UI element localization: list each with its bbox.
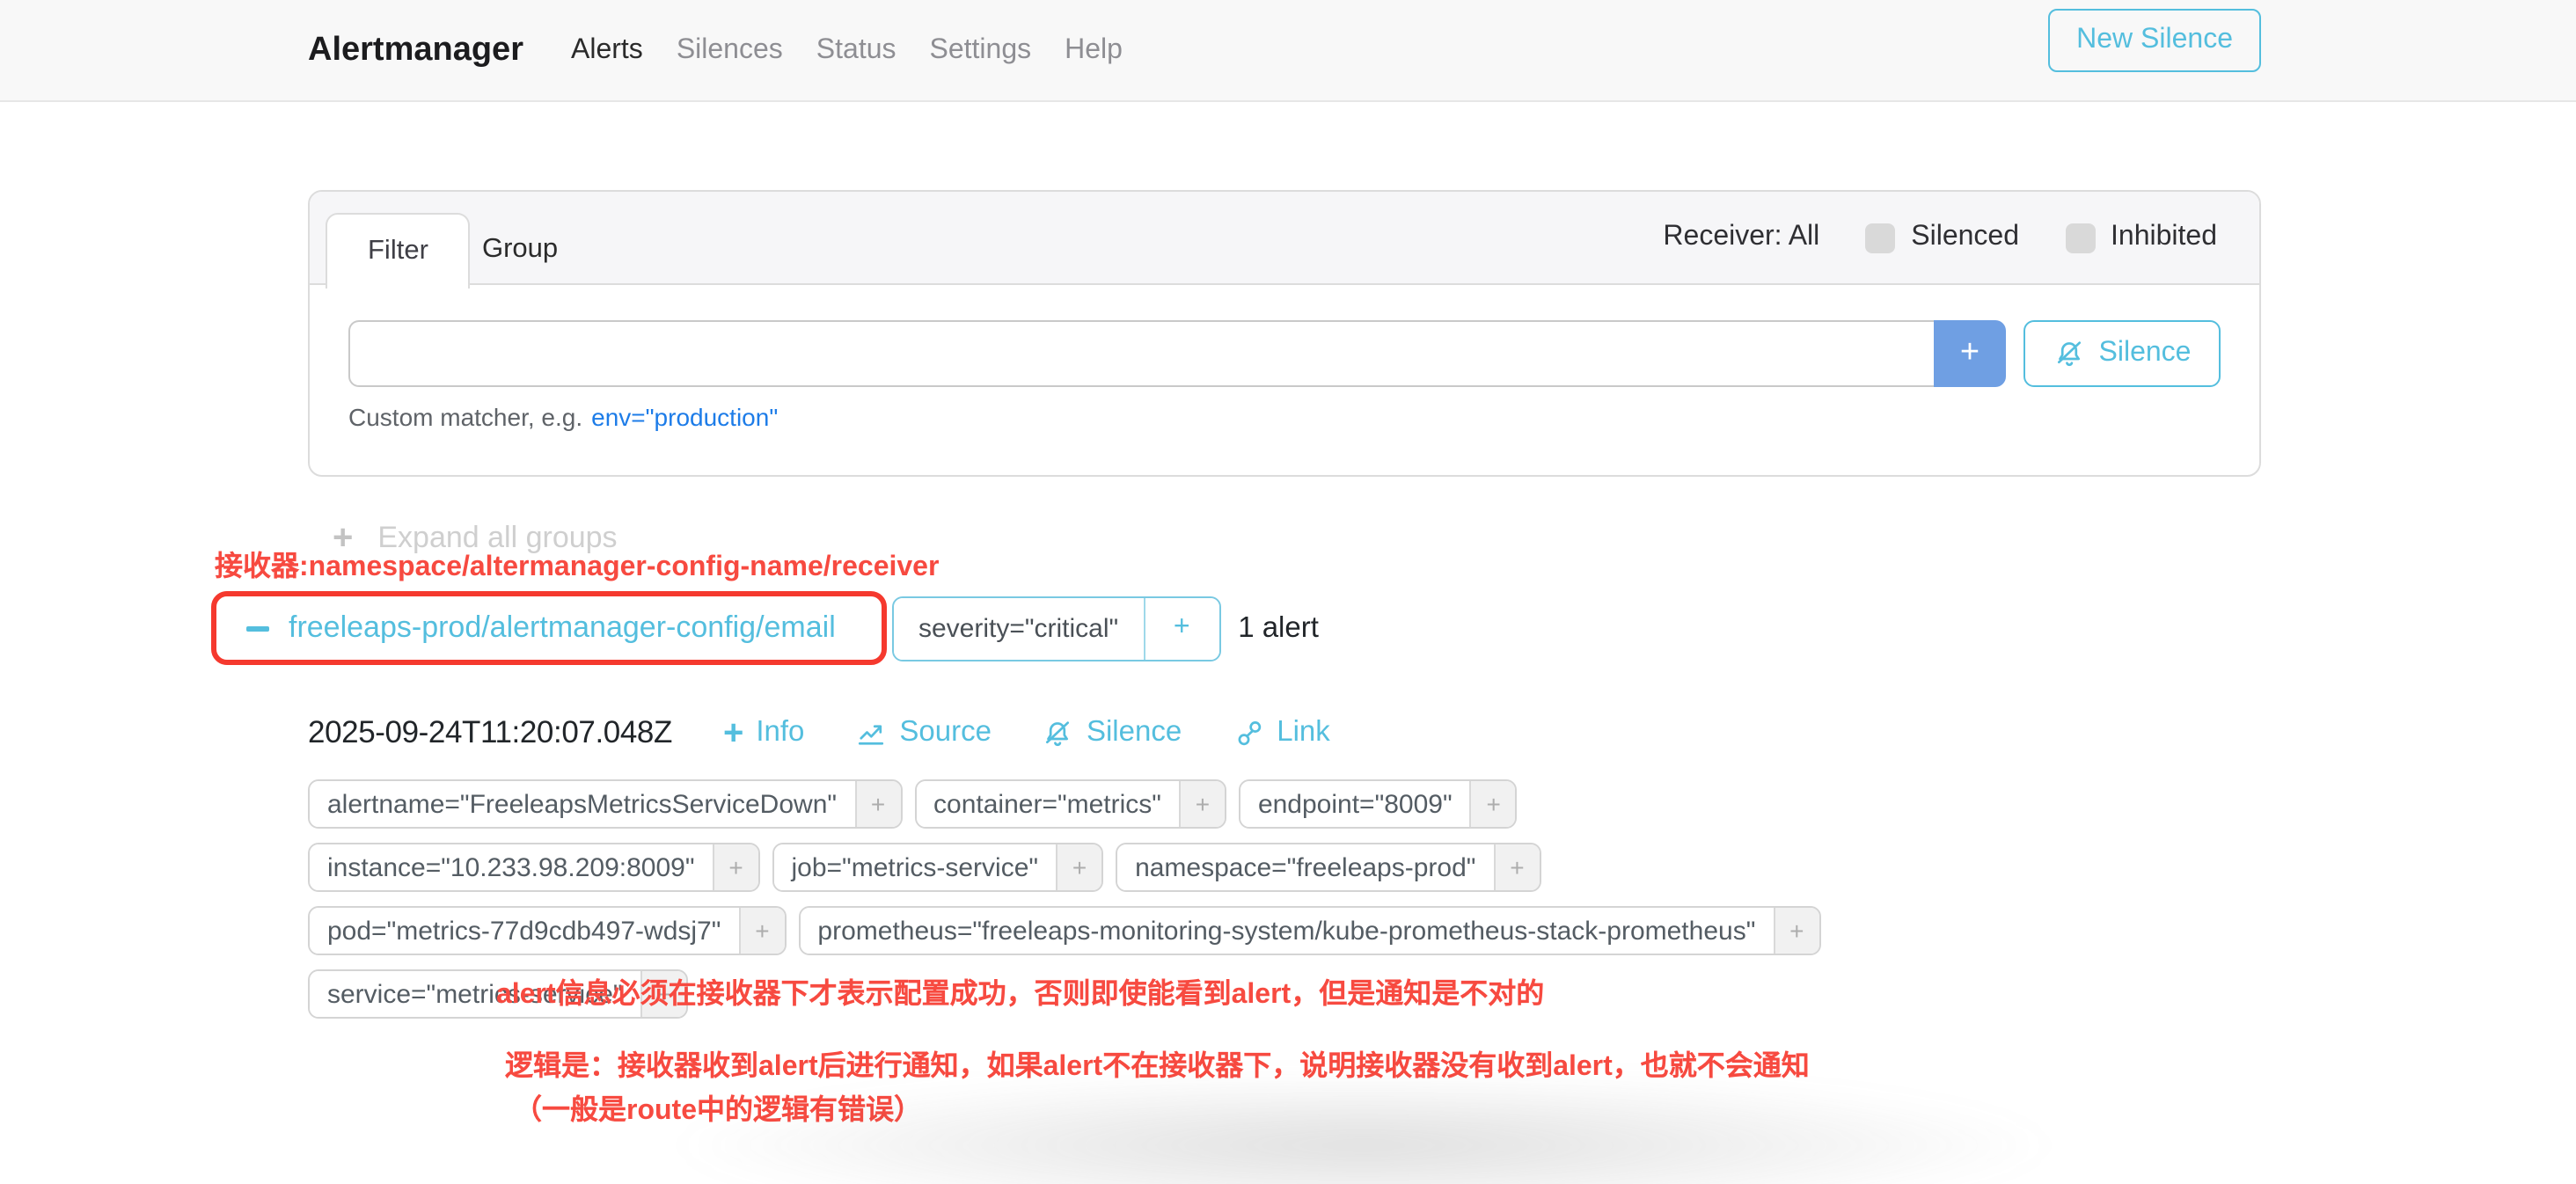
silence-filter-label: Silence (2099, 338, 2192, 369)
alert-source-label: Source (899, 716, 992, 749)
alert-timestamp: 2025-09-24T11:20:07.048Z (308, 714, 672, 751)
alert-count: 1 alert (1238, 611, 1319, 645)
matcher-input[interactable] (348, 320, 1934, 387)
label-tag-endpoint: endpoint="8009" + (1239, 779, 1518, 829)
main-nav: Alerts Silences Status Settings Help (571, 34, 1123, 66)
app-title[interactable]: Alertmanager (308, 31, 523, 69)
chart-icon (855, 717, 887, 749)
alert-info-label: Info (756, 716, 804, 749)
label-tag-button[interactable]: prometheus="freeleaps-monitoring-system/… (800, 908, 1773, 954)
label-tag-button[interactable]: endpoint="8009" (1240, 781, 1470, 827)
new-silence-button[interactable]: New Silence (2048, 9, 2261, 72)
label-tag-instance: instance="10.233.98.209:8009" + (308, 843, 760, 892)
nav-help[interactable]: Help (1065, 34, 1123, 66)
label-tag-add-button[interactable]: + (713, 844, 758, 890)
alert-header-row: 2025-09-24T11:20:07.048Z + Info Source S… (308, 714, 1330, 751)
inhibited-label: Inhibited (2111, 222, 2217, 253)
tab-group-label: Group (482, 234, 558, 266)
label-tag-add-button[interactable]: + (1493, 844, 1539, 890)
group-matcher-add-button[interactable]: + (1145, 597, 1218, 659)
collapse-icon (246, 625, 269, 631)
label-tag-button[interactable]: instance="10.233.98.209:8009" (310, 844, 713, 890)
matcher-helper-text: Custom matcher, e.g. (348, 403, 582, 431)
matcher-example-link[interactable]: env="production" (591, 403, 778, 431)
silenced-checkbox-row[interactable]: Silenced (1865, 222, 2019, 253)
label-tag-pod: pod="metrics-77d9cdb497-wdsj7" + (308, 906, 786, 955)
receiver-dropdown[interactable]: Receiver: All (1663, 222, 1819, 253)
add-matcher-button[interactable]: + (1934, 320, 2006, 387)
link-icon (1233, 717, 1264, 749)
label-tag-add-button[interactable]: + (1179, 781, 1225, 827)
alert-silence-label: Silence (1087, 716, 1182, 749)
silence-filter-button[interactable]: Silence (2023, 320, 2221, 387)
annotation-receiver-note: 接收器:namespace/altermanager-config-name/r… (215, 542, 939, 584)
tab-filter[interactable]: Filter (326, 213, 471, 289)
label-tag-alertname: alertname="FreeleapsMetricsServiceDown" … (308, 779, 902, 829)
filter-panel: Filter Group Receiver: All Silenced Inhi… (308, 190, 2261, 477)
page: Alertmanager Alerts Silences Status Sett… (0, 0, 2576, 1184)
tab-group[interactable]: Group (482, 213, 558, 287)
label-tag-add-button[interactable]: + (1773, 908, 1819, 954)
nav-alerts[interactable]: Alerts (571, 34, 643, 66)
label-tag-container: container="metrics" + (914, 779, 1226, 829)
label-tag-add-button[interactable]: + (1056, 844, 1101, 890)
label-tag-add-button[interactable]: + (738, 908, 784, 954)
label-tag-button[interactable]: namespace="freeleaps-prod" (1117, 844, 1493, 890)
annotation-logic-line2: （一般是route中的逻辑有错误） (514, 1089, 1810, 1133)
label-tag-add-button[interactable]: + (854, 781, 900, 827)
silenced-label: Silenced (1911, 222, 2019, 253)
label-tag-add-button[interactable]: + (1470, 781, 1516, 827)
receiver-group-name: freeleaps-prod/alertmanager-config/email (289, 610, 836, 646)
inhibited-checkbox[interactable] (2065, 223, 2095, 252)
alert-link-label: Link (1277, 716, 1330, 749)
group-matcher: severity="critical" + (892, 596, 1220, 661)
inhibited-checkbox-row[interactable]: Inhibited (2065, 222, 2217, 253)
nav-status[interactable]: Status (816, 34, 896, 66)
label-tag-button[interactable]: pod="metrics-77d9cdb497-wdsj7" (310, 908, 738, 954)
label-tag-namespace: namespace="freeleaps-prod" + (1116, 843, 1540, 892)
label-tag-prometheus: prometheus="freeleaps-monitoring-system/… (798, 906, 1820, 955)
navbar: Alertmanager Alerts Silences Status Sett… (0, 0, 2576, 102)
filter-panel-body: + Silence Custom matcher, e.g. env="produ… (310, 285, 2259, 431)
bell-slash-icon (1043, 717, 1074, 749)
label-tag-button[interactable]: job="metrics-service" (774, 844, 1057, 890)
label-tag-job: job="metrics-service" + (772, 843, 1104, 892)
alert-silence-button[interactable]: Silence (1043, 716, 1182, 749)
annotation-alert-note: alert信息必须在接收器下才表示配置成功，否则即使能看到alert，但是通知是… (496, 969, 1544, 1012)
alert-link-button[interactable]: Link (1233, 716, 1330, 749)
filter-panel-header: Receiver: All Silenced Inhibited (310, 192, 2259, 285)
silenced-checkbox[interactable] (1865, 223, 1895, 252)
annotation-red-box: freeleaps-prod/alertmanager-config/email (211, 591, 887, 665)
plus-icon: + (723, 715, 743, 750)
tab-filter-label: Filter (368, 236, 428, 267)
nav-silences[interactable]: Silences (677, 34, 783, 66)
receiver-group-row: freeleaps-prod/alertmanager-config/email… (211, 591, 1319, 665)
alert-info-button[interactable]: + Info (723, 715, 804, 750)
nav-settings[interactable]: Settings (930, 34, 1032, 66)
label-tag-button[interactable]: container="metrics" (916, 781, 1179, 827)
group-matcher-button[interactable]: severity="critical" (894, 597, 1145, 659)
receiver-group-button[interactable]: freeleaps-prod/alertmanager-config/email (216, 610, 836, 646)
annotation-logic-line1: 逻辑是：接收器收到alert后进行通知，如果alert不在接收器下，说明接收器没… (505, 1045, 1810, 1089)
annotation-logic-note: 逻辑是：接收器收到alert后进行通知，如果alert不在接收器下，说明接收器没… (505, 1045, 1810, 1133)
label-tag-button[interactable]: alertname="FreeleapsMetricsServiceDown" (310, 781, 854, 827)
bell-slash-icon (2053, 338, 2085, 369)
alert-source-link[interactable]: Source (855, 716, 992, 749)
